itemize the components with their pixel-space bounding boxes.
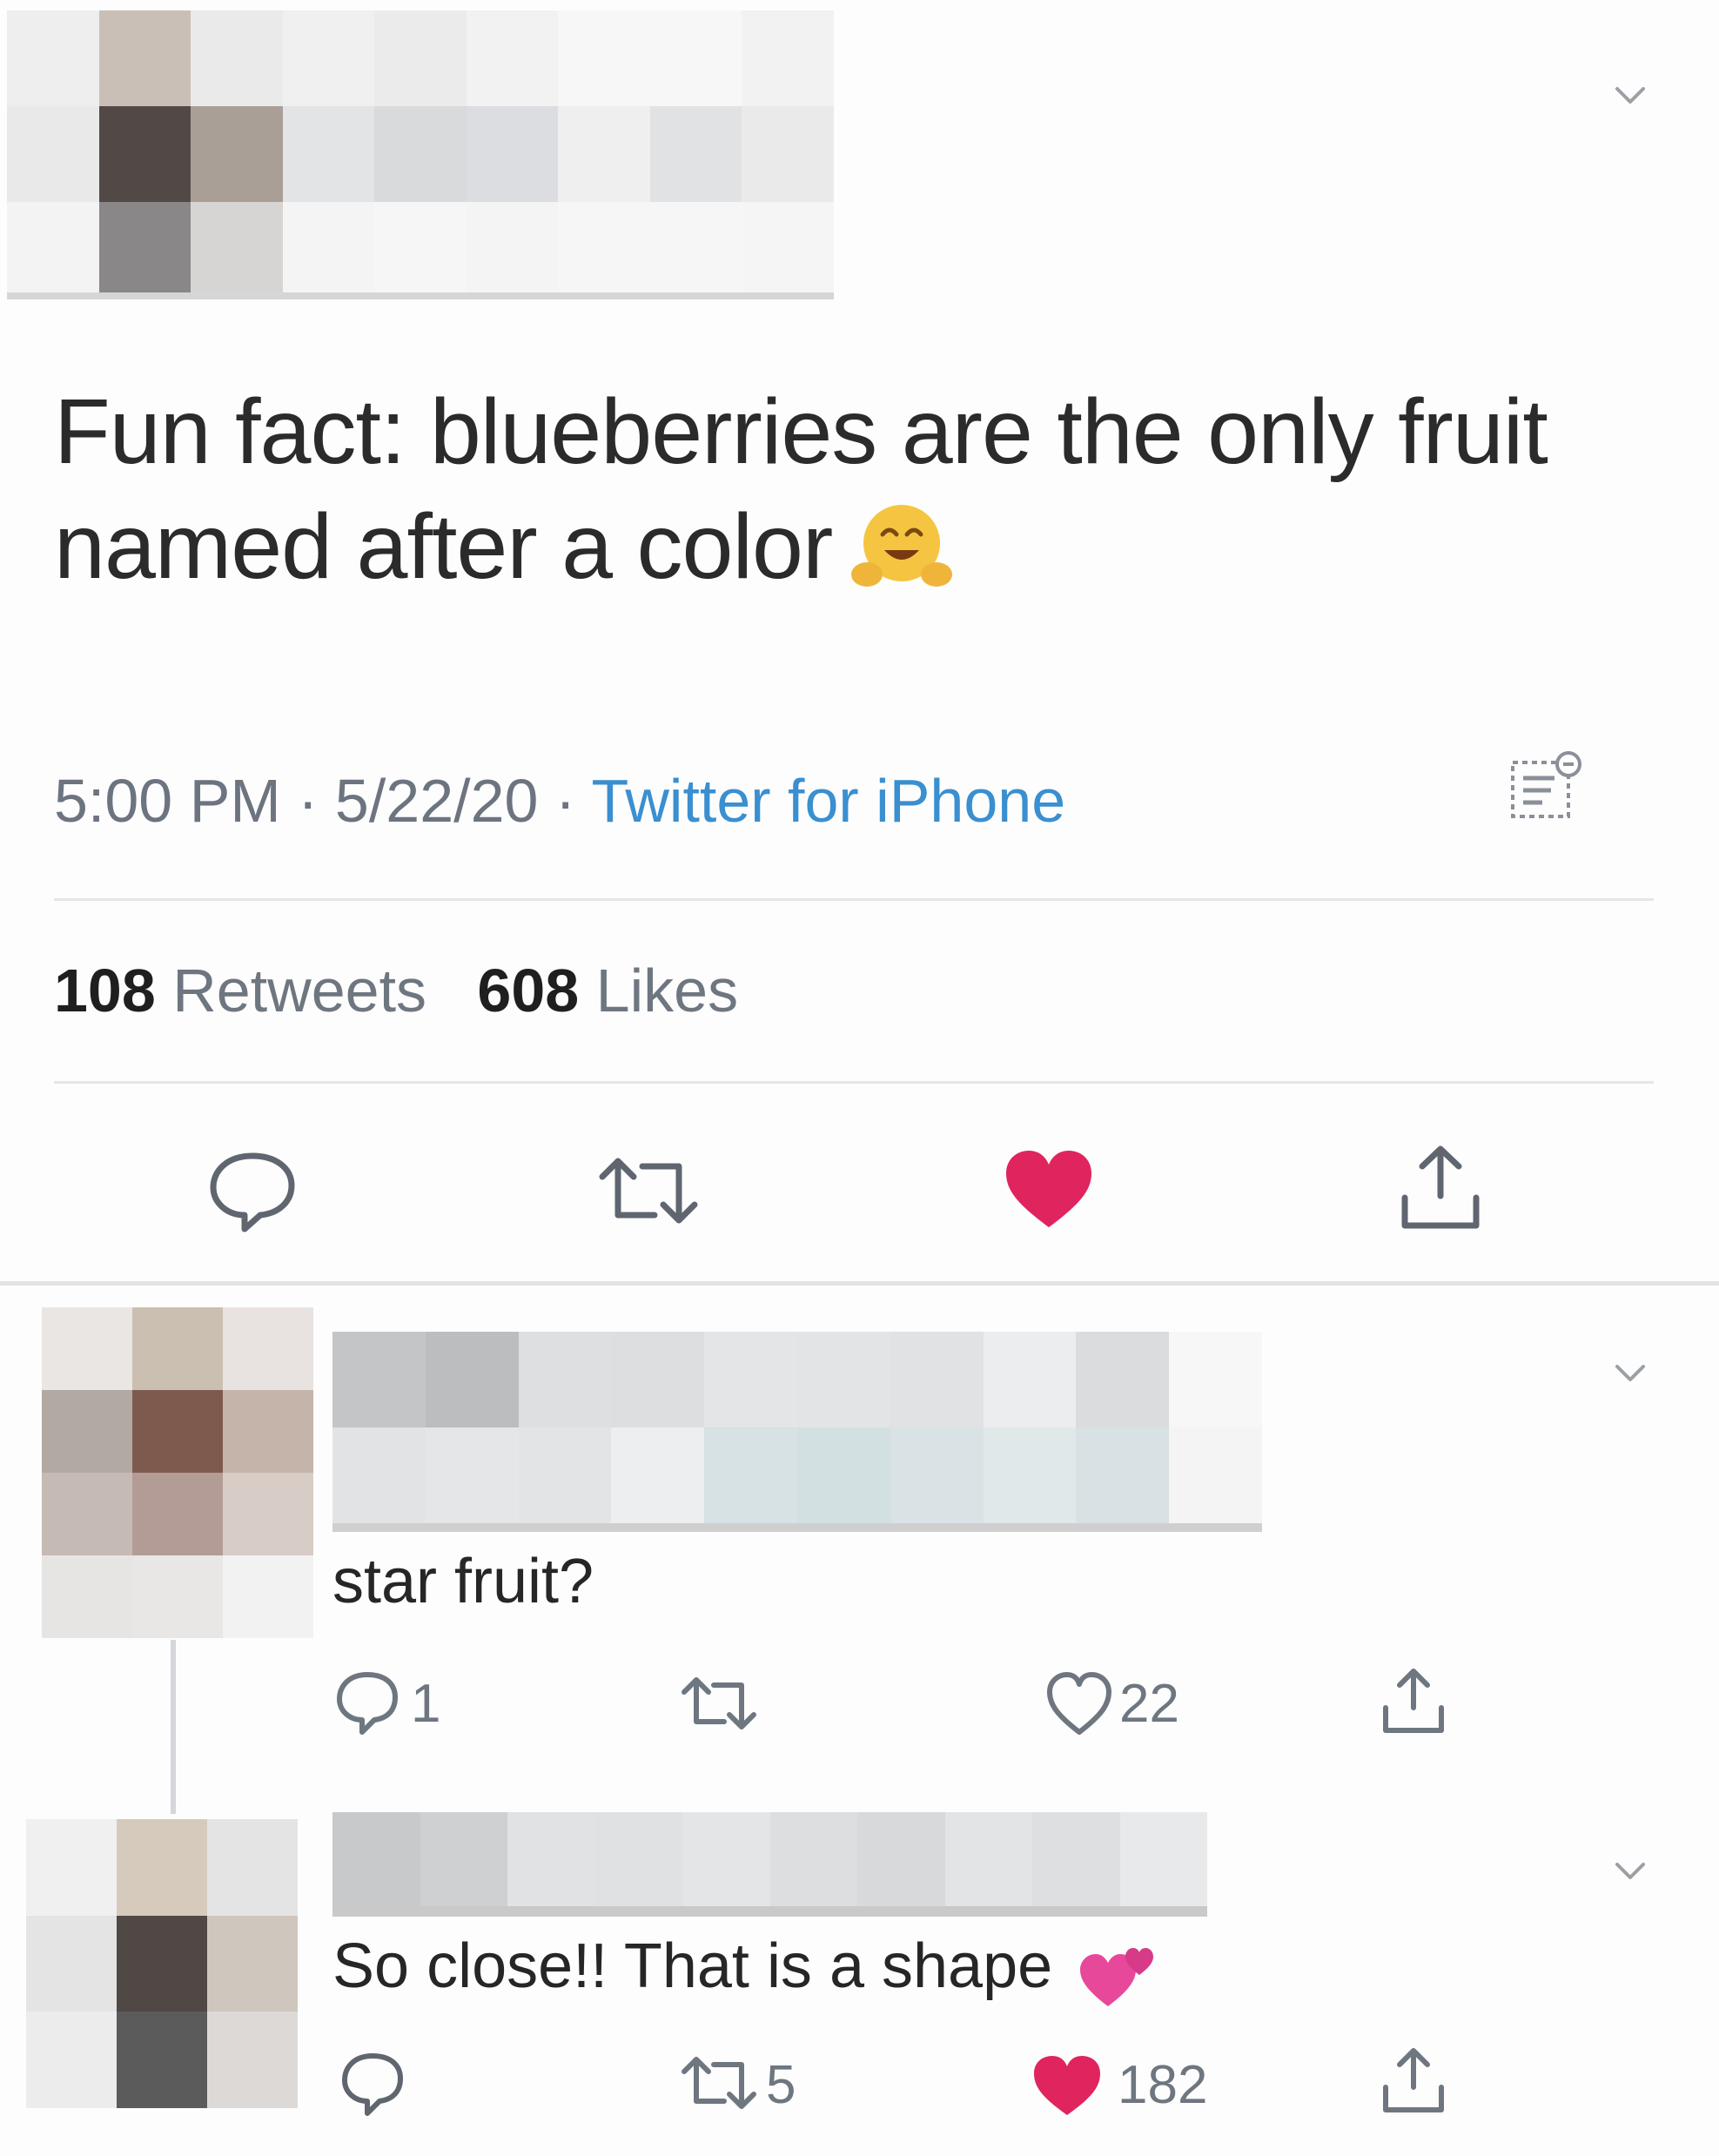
likes-count: 608 — [477, 957, 580, 1024]
tweet-stats[interactable]: 108 Retweets 608 Likes — [54, 956, 738, 1025]
share-icon[interactable] — [1377, 1664, 1450, 1737]
like-heart-filled-icon[interactable] — [1001, 1145, 1097, 1232]
tweet-text: Fun fact: blueberries are the only fruit… — [54, 374, 1673, 604]
reply-author-underline — [332, 1906, 1207, 1917]
section-divider — [0, 1281, 1719, 1286]
like-count: 182 — [1118, 2055, 1208, 2115]
header-underline — [7, 292, 834, 299]
share-icon[interactable] — [1393, 1140, 1488, 1236]
reply-author-underline — [332, 1523, 1262, 1532]
like-heart-filled-icon[interactable] — [1031, 2051, 1104, 2120]
like-count: 22 — [1119, 1674, 1179, 1734]
reply-avatar-blurred — [42, 1307, 313, 1638]
retweets-count: 108 — [54, 957, 156, 1024]
reply-text: So close!! That is a shape — [332, 1931, 1157, 2010]
divider — [54, 1081, 1654, 1084]
tweet-thread-screenshot: { "main_tweet": { "text_line1": "Fun fac… — [0, 0, 1719, 2156]
reply-text-content: So close!! That is a shape — [332, 1931, 1053, 2001]
tweet-text-line-2: named after a color — [54, 489, 1673, 604]
author-blurred-header — [7, 10, 834, 298]
retweets-label: Retweets — [172, 957, 427, 1024]
reply-text: star fruit? — [332, 1547, 594, 1616]
reply-icon[interactable] — [338, 2049, 407, 2119]
meta-separator: · — [554, 767, 576, 835]
share-icon[interactable] — [1377, 2044, 1450, 2117]
two-hearts-emoji-icon — [1080, 1948, 1154, 2006]
meta-separator: · — [298, 767, 319, 835]
reply-author-blurred — [332, 1812, 1207, 1906]
retweet-count: 5 — [766, 2055, 796, 2115]
tweet-text-line-1: Fun fact: blueberries are the only fruit — [54, 380, 1548, 483]
likes-label: Likes — [595, 957, 739, 1024]
tweet-date: 5/22/20 — [334, 767, 539, 835]
reply-avatar-blurred — [26, 1819, 298, 2108]
tweet-client-link[interactable]: Twitter for iPhone — [591, 767, 1065, 835]
chevron-down-icon[interactable] — [1612, 1354, 1648, 1391]
thread-line — [171, 1640, 176, 1814]
retweet-icon[interactable] — [592, 1147, 705, 1234]
like-heart-outline-icon[interactable] — [1044, 1669, 1114, 1739]
reply-author-blurred — [332, 1332, 1262, 1523]
chevron-down-icon[interactable] — [1612, 77, 1648, 113]
analytics-icon[interactable] — [1507, 749, 1586, 827]
reply-icon[interactable] — [205, 1147, 300, 1234]
divider — [54, 898, 1654, 901]
tweet-meta: 5:00 PM · 5/22/20 · Twitter for iPhone — [54, 766, 1065, 836]
chevron-down-icon[interactable] — [1612, 1852, 1648, 1889]
reply-icon[interactable] — [332, 1668, 402, 1737]
reply-count: 1 — [411, 1674, 441, 1734]
tweet-time: 5:00 PM — [54, 767, 281, 835]
hugging-face-emoji-icon — [851, 505, 953, 587]
retweet-icon[interactable] — [675, 1669, 762, 1739]
retweet-icon[interactable] — [675, 2049, 762, 2119]
